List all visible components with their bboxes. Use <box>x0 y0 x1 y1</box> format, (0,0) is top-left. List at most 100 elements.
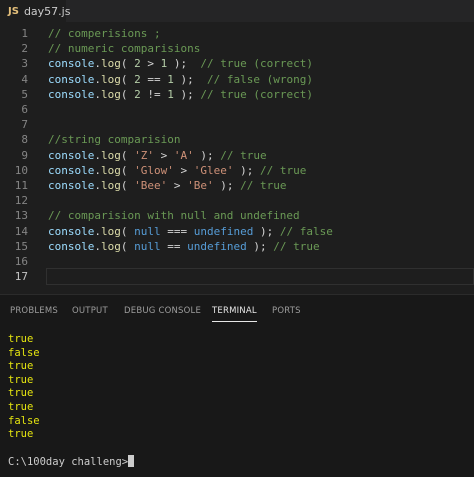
code-line[interactable]: 8 //string comparision <box>0 132 474 147</box>
line-number: 14 <box>14 224 28 238</box>
code-token: // comperisions ; <box>48 27 161 40</box>
code-line[interactable]: 7 <box>0 117 474 132</box>
code-token: // true (correct) <box>200 57 313 71</box>
panel-tab-output[interactable]: OUTPUT <box>72 306 108 316</box>
code-token: == <box>160 239 188 253</box>
code-text: // comperisions ; <box>48 26 161 41</box>
terminal-output[interactable]: true false true true true true false true <box>8 333 468 442</box>
editor-tab-bar: JS day57.js <box>0 0 474 23</box>
line-number: 17 <box>14 270 28 284</box>
line-number: 1 <box>21 27 28 40</box>
code-token: ); <box>233 163 260 177</box>
panel-tab-debug-console[interactable]: DEBUG CONSOLE <box>124 306 201 316</box>
code-token: ( <box>120 179 135 192</box>
code-line[interactable]: 6 <box>0 102 474 117</box>
code-line[interactable]: 5 console.log( 2 != 1 ); // true (correct… <box>0 87 474 102</box>
line-number: 11 <box>14 179 28 192</box>
line-number: 3 <box>21 57 28 71</box>
code-token: 2 <box>134 87 141 101</box>
terminal-output-line: true <box>8 428 34 441</box>
code-text: console.log( 2 != 1 ); // true (correct) <box>48 87 313 102</box>
code-token: ); <box>193 148 221 162</box>
code-token: log <box>100 163 121 177</box>
code-token: console <box>48 57 95 71</box>
terminal-output-line: false <box>8 346 40 359</box>
code-token: console <box>48 148 95 162</box>
code-token: 'A' <box>173 148 194 162</box>
code-token: console <box>48 87 95 101</box>
code-token: . <box>94 57 101 71</box>
javascript-file-icon: JS <box>8 5 19 17</box>
code-token: log <box>100 57 121 71</box>
line-number: 10 <box>14 163 28 177</box>
code-token: log <box>100 179 121 192</box>
line-number: 7 <box>21 118 28 132</box>
code-token: undefined <box>187 239 247 253</box>
panel-tab-terminal[interactable]: TERMINAL <box>212 306 257 322</box>
code-token: // true <box>240 179 287 192</box>
code-token: != <box>140 87 168 101</box>
code-token: ( <box>120 224 135 238</box>
terminal-output-line: true <box>8 387 34 400</box>
code-token: . <box>94 87 101 101</box>
code-token: log <box>100 87 121 101</box>
code-line[interactable]: 2 // numeric comparisions <box>0 41 474 56</box>
code-token: log <box>100 148 121 162</box>
file-tab-label: day57.js <box>23 4 71 18</box>
terminal-prompt-text: C:\100day challeng> <box>8 456 129 468</box>
code-token: console <box>48 224 95 238</box>
line-number: 2 <box>21 42 28 56</box>
terminal-output-line: true <box>8 360 34 373</box>
code-token: // numeric comparisions <box>48 42 201 56</box>
code-text: console.log( 'Glow' > 'Glee' ); // true <box>48 163 306 178</box>
terminal-output-line: true <box>8 400 34 413</box>
terminal-cursor <box>128 455 135 467</box>
code-text: console.log( 'Z' > 'A' ); // true <box>48 148 267 163</box>
panel-tab-bar: PROBLEMS OUTPUT DEBUG CONSOLE TERMINAL PORTS <box>0 295 474 325</box>
code-token: // true (correct) <box>200 87 313 101</box>
terminal-output-line: false <box>8 414 40 427</box>
code-text: //string comparision <box>48 132 180 147</box>
code-token: // false <box>279 224 333 238</box>
code-line[interactable]: 10 console.log( 'Glow' > 'Glee' ); // tru… <box>0 163 474 178</box>
code-line[interactable]: 16 <box>0 254 474 269</box>
code-token: console <box>48 179 95 192</box>
code-token: // comparision with null and undefined <box>48 209 300 223</box>
code-token: // true <box>259 163 307 177</box>
code-line[interactable]: 3 console.log( 2 > 1 ); // true (correct) <box>0 56 474 71</box>
code-line[interactable]: 13 // comparision with null and undefined <box>0 208 474 223</box>
code-token: log <box>100 224 121 238</box>
code-token: . <box>94 163 101 177</box>
code-token: ); <box>167 57 201 71</box>
code-line[interactable]: 15 console.log( null == undefined ); // t… <box>0 239 474 254</box>
line-number: 4 <box>21 72 28 86</box>
code-text: console.log( 'Bee' > 'Be' ); // true <box>48 178 286 193</box>
code-token: ); <box>253 224 280 238</box>
code-token: ( <box>120 163 135 177</box>
code-line[interactable]: 9 console.log( 'Z' > 'A' ); // true <box>0 148 474 163</box>
panel-tab-problems[interactable]: PROBLEMS <box>10 306 58 316</box>
code-token: 1 <box>167 87 174 101</box>
code-token: ( <box>120 87 135 101</box>
code-line[interactable]: 17 <box>0 268 474 286</box>
code-editor[interactable]: 1 // comperisions ; 2 // numeric comparisio… <box>0 22 474 294</box>
file-tab-day57[interactable]: JS day57.js <box>0 0 70 22</box>
code-token: console <box>48 163 95 177</box>
terminal-prompt[interactable]: C:\100day challeng> <box>8 455 135 469</box>
code-token: == <box>140 72 168 86</box>
bottom-panel: PROBLEMS OUTPUT DEBUG CONSOLE TERMINAL PORTS… <box>0 294 474 477</box>
code-line[interactable]: 12 <box>0 193 474 208</box>
line-number: 6 <box>21 103 28 116</box>
code-token: null <box>134 224 161 238</box>
panel-tab-ports[interactable]: PORTS <box>272 306 301 316</box>
code-token: === <box>160 224 194 238</box>
code-token: ); <box>173 87 201 101</box>
code-line[interactable]: 4 console.log( 2 == 1 ); // false (wrong) <box>0 72 474 87</box>
code-token: console <box>48 72 95 86</box>
code-line[interactable]: 1 // comperisions ; <box>0 26 474 41</box>
code-line[interactable]: 11 console.log( 'Bee' > 'Be' ); // true <box>0 178 474 193</box>
code-token: ); <box>246 239 274 253</box>
code-token: // true <box>273 239 320 253</box>
code-line[interactable]: 14 console.log( null === undefined ); // … <box>0 224 474 239</box>
code-token: console <box>48 239 95 253</box>
